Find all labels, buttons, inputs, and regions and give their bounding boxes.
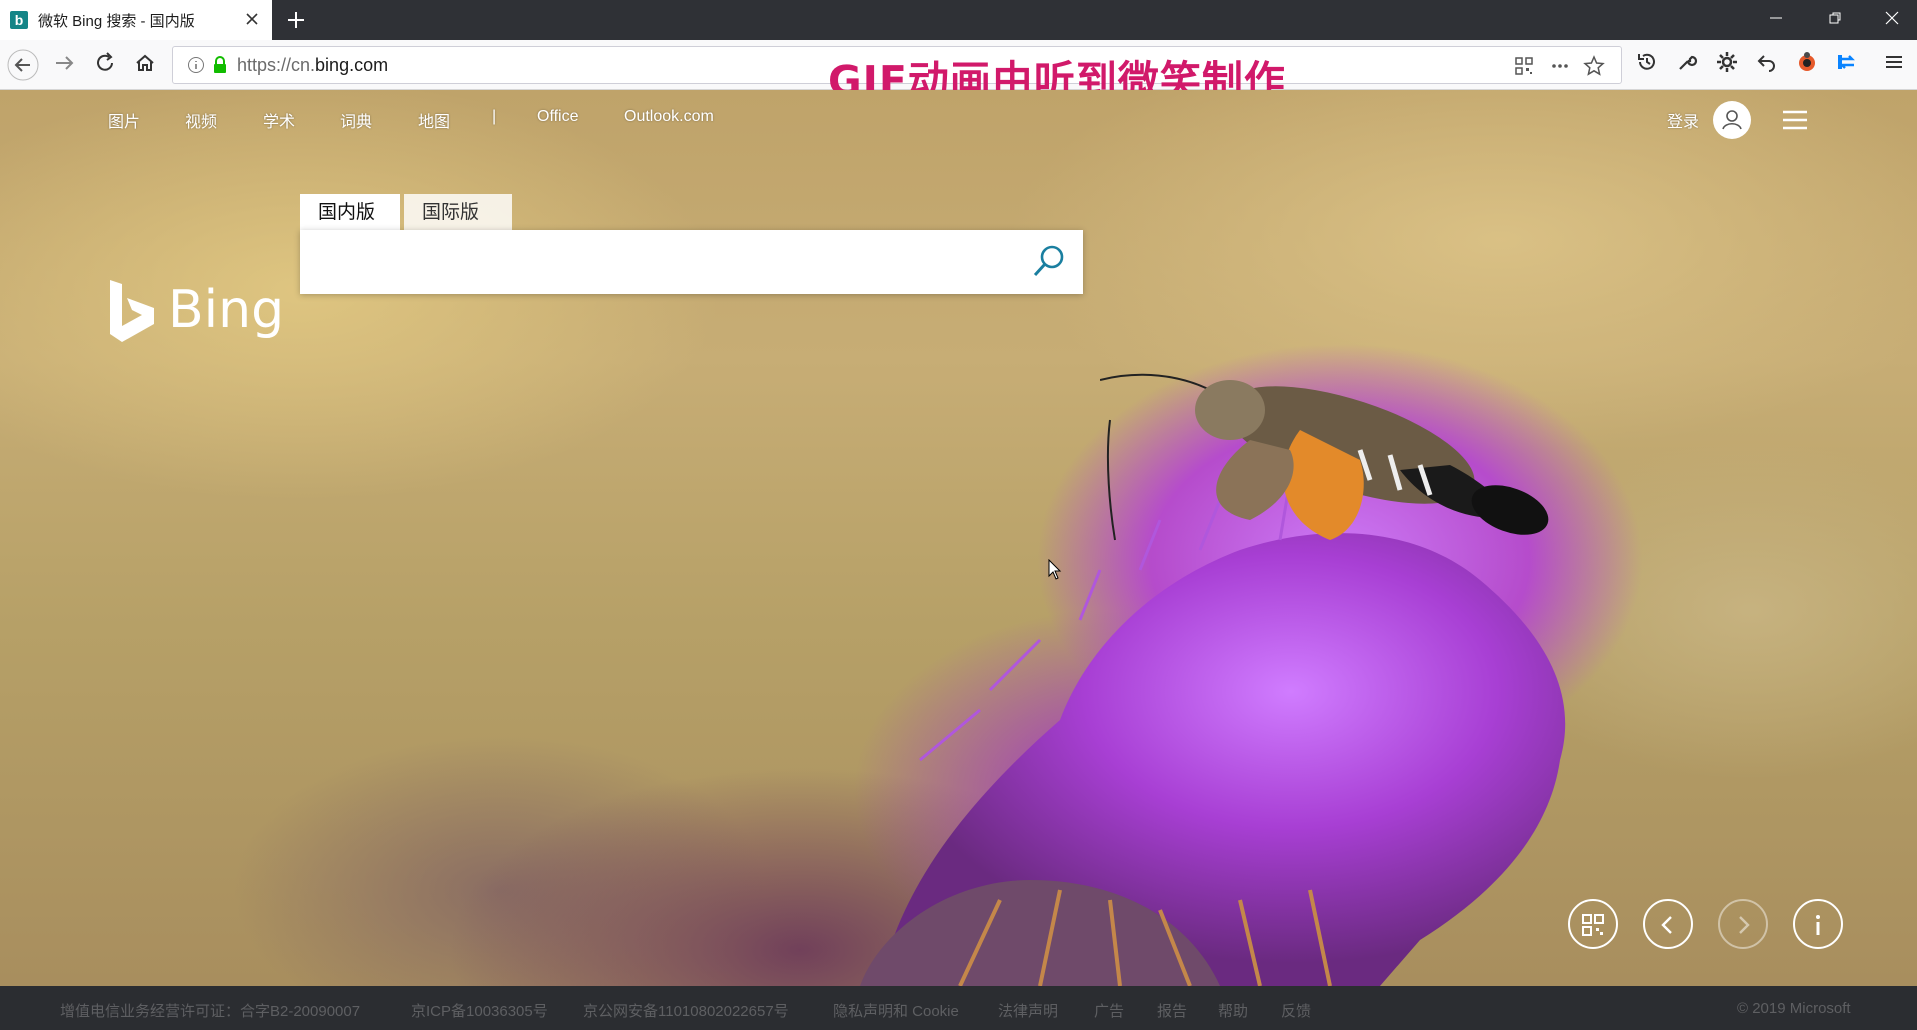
extension-icon[interactable] bbox=[1793, 50, 1821, 78]
info-icon bbox=[1816, 915, 1820, 935]
nav-link-dictionary[interactable]: 词典 bbox=[340, 108, 372, 132]
hamburger-menu-icon[interactable] bbox=[1782, 109, 1808, 131]
search-tab-international[interactable]: 国际版 bbox=[404, 194, 512, 231]
close-window-icon[interactable] bbox=[1872, 8, 1912, 32]
address-bar[interactable]: https://cn.bing.com GIF动画由听到微笑制作 bbox=[172, 46, 1622, 105]
wrench-icon[interactable] bbox=[1673, 50, 1701, 78]
footer-legal-link[interactable]: 法律声明 bbox=[998, 1000, 1058, 1021]
back-button[interactable] bbox=[6, 48, 40, 82]
reload-button[interactable] bbox=[88, 48, 122, 82]
search-input[interactable] bbox=[314, 242, 1018, 284]
footer-license-link[interactable]: 增值电信业务经营许可证：合字B2-20090007 bbox=[60, 1000, 360, 1021]
bing-homepage: 图片 视频 学术 词典 地图 | Office Outlook.com 登录 B… bbox=[0, 90, 1917, 986]
navigation-toolbar: https://cn.bing.com GIF动画由听到微笑制作 bbox=[0, 40, 1917, 105]
footer-privacy-link[interactable]: 隐私声明和 Cookie bbox=[833, 1000, 959, 1021]
mouse-cursor-icon bbox=[1048, 559, 1062, 580]
home-button[interactable] bbox=[128, 48, 162, 82]
bookmark-star-icon[interactable] bbox=[1583, 55, 1605, 77]
bing-b-icon bbox=[110, 280, 154, 342]
nav-link-videos[interactable]: 视频 bbox=[185, 108, 217, 132]
url-prefix: https://cn. bbox=[237, 55, 316, 75]
close-tab-icon[interactable] bbox=[242, 9, 262, 29]
hamburger-menu-icon[interactable] bbox=[1880, 50, 1908, 78]
chevron-left-icon bbox=[1661, 916, 1672, 934]
tab-bar: b 微软 Bing 搜索 - 国内版 bbox=[0, 0, 1917, 40]
search-box bbox=[300, 230, 1083, 294]
nav-divider: | bbox=[492, 108, 497, 125]
image-info-button[interactable] bbox=[1793, 899, 1843, 949]
previous-image-button[interactable] bbox=[1643, 899, 1693, 949]
bing-logo: Bing bbox=[108, 278, 284, 348]
minimize-window-icon[interactable] bbox=[1756, 8, 1796, 32]
sync-icon[interactable] bbox=[1833, 50, 1861, 78]
qr-code-button[interactable] bbox=[1568, 899, 1618, 949]
next-image-button[interactable] bbox=[1718, 899, 1768, 949]
chevron-right-icon bbox=[1739, 916, 1750, 934]
nav-link-academic[interactable]: 学术 bbox=[263, 108, 295, 132]
top-navigation: 图片 视频 学术 词典 地图 | Office Outlook.com 登录 bbox=[0, 90, 1917, 140]
nav-link-outlook[interactable]: Outlook.com bbox=[624, 108, 714, 126]
lock-icon[interactable] bbox=[211, 55, 229, 75]
footer-help-link[interactable]: 帮助 bbox=[1218, 1000, 1248, 1021]
footer-ads-link[interactable]: 广告 bbox=[1094, 1000, 1124, 1021]
nav-link-maps[interactable]: 地图 bbox=[418, 108, 450, 132]
history-icon[interactable] bbox=[1633, 50, 1661, 78]
qr-code-icon bbox=[1582, 914, 1604, 936]
search-button[interactable] bbox=[1025, 240, 1071, 284]
user-avatar-icon[interactable] bbox=[1713, 101, 1751, 139]
search-icon bbox=[1033, 245, 1064, 277]
footer-icp-link[interactable]: 京ICP备10036305号 bbox=[411, 1000, 548, 1021]
tab-title: 微软 Bing 搜索 - 国内版 bbox=[38, 12, 195, 30]
nav-link-office[interactable]: Office bbox=[537, 108, 579, 126]
undo-icon[interactable] bbox=[1753, 50, 1781, 78]
nav-link-images[interactable]: 图片 bbox=[108, 108, 140, 132]
hawk-moth-image bbox=[1100, 373, 1549, 541]
login-link[interactable]: 登录 bbox=[1667, 108, 1699, 132]
footer-copyright: © 2019 Microsoft bbox=[1737, 1000, 1851, 1017]
browser-tab-active[interactable]: b 微软 Bing 搜索 - 国内版 bbox=[0, 0, 272, 40]
forward-button[interactable] bbox=[48, 48, 82, 82]
info-icon[interactable] bbox=[187, 56, 205, 74]
footer-feedback-link[interactable]: 反馈 bbox=[1281, 1000, 1311, 1021]
new-tab-button[interactable] bbox=[284, 8, 308, 32]
restore-window-icon[interactable] bbox=[1815, 8, 1855, 32]
footer-police-link[interactable]: 京公网安备11010802022657号 bbox=[583, 1000, 789, 1021]
url-domain: bing.com bbox=[315, 55, 389, 75]
gear-icon[interactable] bbox=[1713, 50, 1741, 78]
search-tab-domestic[interactable]: 国内版 bbox=[300, 194, 400, 231]
bing-wordmark: Bing bbox=[168, 280, 285, 340]
footer-report-link[interactable]: 报告 bbox=[1157, 1000, 1187, 1021]
url-text[interactable]: https://cn.bing.com bbox=[237, 55, 388, 76]
qr-code-icon[interactable] bbox=[1513, 55, 1535, 77]
page-actions-icon[interactable] bbox=[1549, 55, 1571, 77]
bing-favicon-icon: b bbox=[10, 11, 28, 29]
page-footer: 增值电信业务经营许可证：合字B2-20090007 京ICP备10036305号… bbox=[0, 986, 1917, 1030]
